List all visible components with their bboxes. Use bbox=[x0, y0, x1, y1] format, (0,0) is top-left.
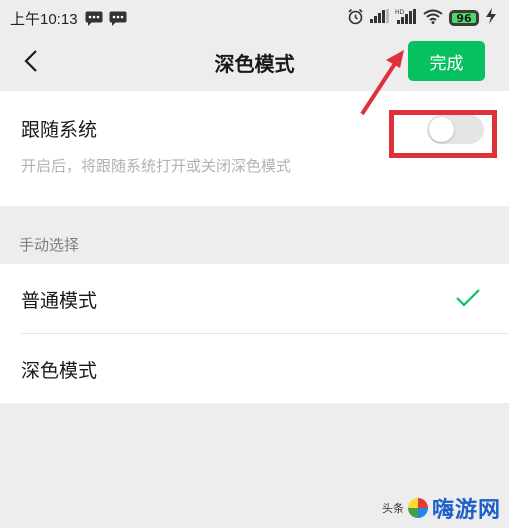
follow-system-title: 跟随系统 bbox=[21, 119, 98, 141]
watermark-brand: 嗨游网 bbox=[431, 498, 501, 523]
hd-signal-icon: HD bbox=[395, 8, 417, 28]
option-label: 普通模式 bbox=[21, 290, 98, 312]
follow-system-section: 跟随系统 开启后，将跟随系统打开或关闭深色模式 bbox=[0, 91, 509, 206]
follow-system-description: 开启后，将跟随系统打开或关闭深色模式 bbox=[21, 157, 292, 175]
battery-icon: 96 bbox=[449, 10, 479, 26]
alarm-icon bbox=[347, 8, 364, 29]
chat-icon bbox=[109, 11, 127, 26]
option-normal-mode[interactable]: 普通模式 bbox=[0, 264, 509, 334]
follow-system-toggle[interactable] bbox=[427, 115, 484, 144]
status-right: HD 96 bbox=[347, 8, 497, 29]
status-bar: 上午10:13 HD 96 bbox=[0, 0, 509, 36]
svg-text:HD: HD bbox=[395, 9, 405, 16]
toggle-knob bbox=[429, 117, 454, 142]
watermark-logo-icon bbox=[407, 498, 428, 518]
status-left: 上午10:13 bbox=[10, 8, 127, 29]
signal-icon bbox=[370, 9, 389, 27]
option-label: 深色模式 bbox=[21, 360, 98, 382]
battery-level: 96 bbox=[456, 11, 472, 25]
done-button[interactable]: 完成 bbox=[408, 41, 485, 81]
wifi-icon bbox=[423, 9, 443, 28]
watermark: 头条 嗨游网 bbox=[382, 492, 501, 524]
charging-icon bbox=[485, 8, 497, 28]
mode-options-list: 普通模式 深色模式 bbox=[0, 264, 509, 403]
manual-select-label: 手动选择 bbox=[19, 236, 80, 254]
chat-icon bbox=[85, 11, 103, 26]
option-dark-mode[interactable]: 深色模式 bbox=[0, 334, 509, 403]
nav-bar: 深色模式 完成 bbox=[0, 36, 509, 90]
checkmark-icon bbox=[456, 289, 480, 307]
watermark-prefix: 头条 bbox=[381, 502, 404, 515]
status-time: 上午10:13 bbox=[10, 10, 78, 28]
